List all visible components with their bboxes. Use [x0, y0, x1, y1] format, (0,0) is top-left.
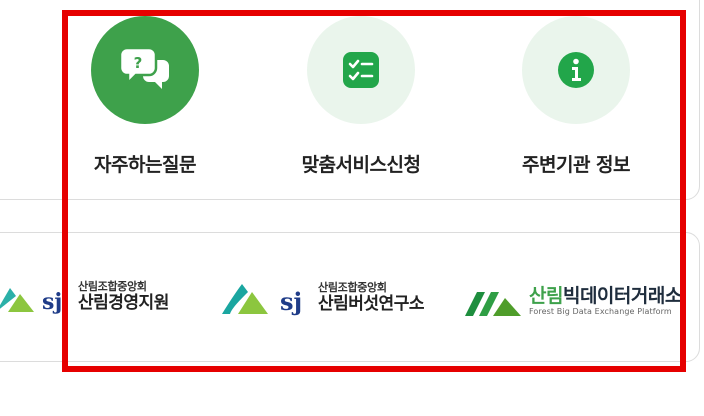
partner-3-title-a: 산림 — [529, 285, 563, 307]
partner-1-org: 산림조합중앙회 — [78, 280, 147, 293]
bigdata-mountain-logo-icon — [465, 292, 521, 316]
svg-text:sj: sj — [42, 289, 62, 315]
partner-3-subtitle: Forest Big Data Exchange Platform — [529, 307, 672, 316]
custom-service-icon-circle — [307, 16, 415, 124]
nearby-institution-menu-item[interactable]: 주변기관 정보 — [486, 16, 666, 177]
partner-3-title: 산림빅데이터거래소 — [529, 285, 682, 307]
custom-service-menu-item[interactable]: 맞춤서비스신청 — [271, 16, 451, 177]
faq-menu-item[interactable]: ? 자주하는질문 — [55, 16, 235, 177]
partner-logo-mushroom-institute[interactable]: sj 산림조합중앙회 산림버섯연구소 — [218, 278, 424, 318]
partner-3-title-b: 빅데이터거래소 — [562, 285, 682, 307]
svg-text:?: ? — [134, 54, 143, 72]
faq-chat-icon: ? — [119, 46, 169, 89]
faq-label: 자주하는질문 — [94, 154, 196, 176]
info-icon — [558, 52, 594, 88]
partner-logo-forest-management[interactable]: sj 산림조합중앙회 산림경영지원 — [0, 278, 169, 316]
nearby-icon-circle — [522, 16, 630, 124]
partner-2-org: 산림조합중앙회 — [318, 281, 387, 294]
sj-mountain-logo-icon: sj — [0, 288, 62, 315]
svg-text:sj: sj — [280, 287, 302, 316]
partner-1-name: 산림경영지원 — [78, 293, 169, 313]
custom-service-label: 맞춤서비스신청 — [301, 154, 421, 176]
checklist-icon — [343, 52, 379, 88]
partner-2-name: 산림버섯연구소 — [318, 294, 424, 314]
faq-icon-circle: ? — [91, 16, 199, 124]
nearby-institution-label: 주변기관 정보 — [522, 154, 631, 176]
sj-mountain-logo-icon: sj — [222, 284, 302, 316]
partner-logo-forest-bigdata-exchange[interactable]: 산림빅데이터거래소 Forest Big Data Exchange Platf… — [463, 284, 682, 318]
